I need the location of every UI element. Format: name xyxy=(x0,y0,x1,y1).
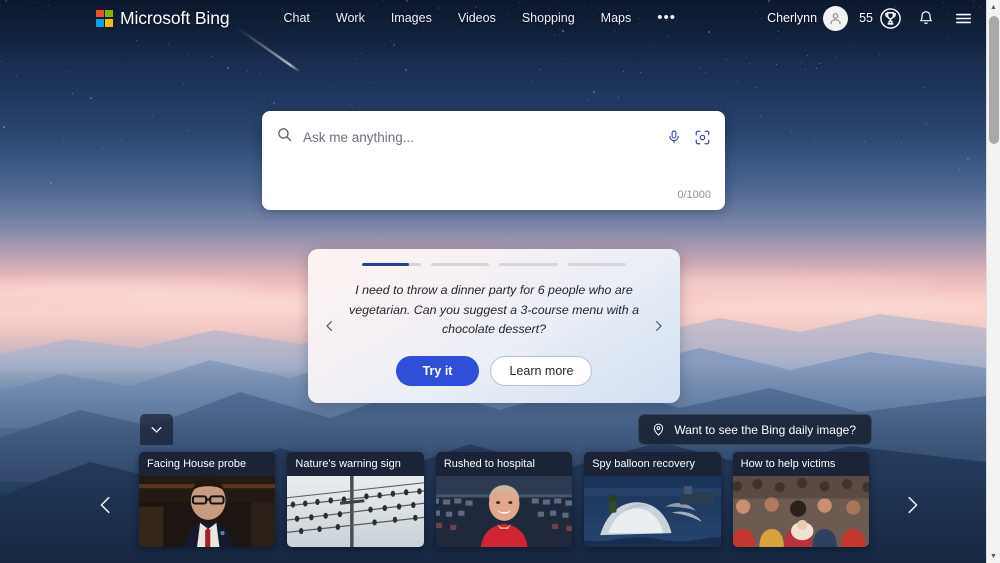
progress-segment[interactable] xyxy=(430,263,489,266)
news-card-title: Nature's warning sign xyxy=(287,452,424,476)
search-area: 0/1000 xyxy=(262,111,725,210)
bing-homepage: Microsoft Bing Chat Work Images Videos S… xyxy=(0,0,1000,563)
news-card-title: Rushed to hospital xyxy=(435,452,573,476)
news-card[interactable]: Spy balloon recovery xyxy=(584,452,721,547)
daily-image-label: Want to see the Bing daily image? xyxy=(674,422,856,437)
progress-segment[interactable] xyxy=(567,263,626,266)
scrollbar-track[interactable] xyxy=(987,14,1000,549)
news-card-title: Facing House probe xyxy=(139,452,276,476)
site-header: Microsoft Bing Chat Work Images Videos S… xyxy=(0,0,986,36)
search-input[interactable] xyxy=(303,127,656,147)
suggestion-prompt-text: I need to throw a dinner party for 6 peo… xyxy=(349,283,639,337)
character-counter: 0/1000 xyxy=(677,189,711,201)
search-box[interactable]: 0/1000 xyxy=(262,111,725,210)
suggestion-prev-button[interactable] xyxy=(316,313,343,340)
bell-icon xyxy=(918,10,934,26)
search-icon xyxy=(276,126,293,148)
nav-item-videos[interactable]: Videos xyxy=(458,11,496,25)
scroll-up-arrow-icon[interactable]: ▲ xyxy=(987,0,1000,14)
news-card[interactable]: How to help victims xyxy=(732,452,870,547)
scroll-down-arrow-icon[interactable]: ▼ xyxy=(987,549,1000,563)
rewards-points: 55 xyxy=(859,11,873,25)
progress-segment[interactable] xyxy=(499,263,558,266)
main-nav: Chat Work Images Videos Shopping Maps ••… xyxy=(283,10,676,25)
scrollbar-thumb[interactable] xyxy=(989,16,999,144)
suggestion-actions: Try it Learn more xyxy=(395,355,593,386)
news-carousel: Facing House probe Nature's warning sign… xyxy=(139,452,870,547)
search-tools xyxy=(666,129,711,146)
expand-feed-button[interactable] xyxy=(140,414,173,445)
app-menu-button[interactable] xyxy=(950,5,976,31)
trophy-icon xyxy=(879,7,902,30)
news-card-thumbnail xyxy=(435,475,573,547)
daily-image-button[interactable]: Want to see the Bing daily image? xyxy=(638,414,872,445)
nav-item-chat[interactable]: Chat xyxy=(283,11,309,25)
microphone-icon[interactable] xyxy=(666,129,682,145)
news-card-thumbnail xyxy=(139,475,276,547)
news-card-thumbnail xyxy=(584,475,721,547)
bing-logo-link[interactable]: Microsoft Bing xyxy=(96,7,230,29)
news-card-thumbnail xyxy=(287,475,424,547)
learn-more-button[interactable]: Learn more xyxy=(490,355,593,386)
notifications-button[interactable] xyxy=(913,5,939,31)
progress-segment[interactable] xyxy=(362,263,421,266)
rewards-button[interactable]: 55 xyxy=(859,7,902,30)
news-card-title: Spy balloon recovery xyxy=(584,452,721,476)
visual-search-camera-icon[interactable] xyxy=(694,129,711,146)
hamburger-menu-icon xyxy=(954,9,973,28)
nav-item-work[interactable]: Work xyxy=(336,11,365,25)
news-card-title: How to help victims xyxy=(732,452,870,476)
search-row xyxy=(276,126,711,148)
location-pin-icon xyxy=(651,422,666,437)
user-account-button[interactable]: Cherlynn xyxy=(767,5,849,31)
news-next-button[interactable] xyxy=(895,484,929,526)
brand-name: Microsoft Bing xyxy=(120,7,230,28)
header-actions: Cherlynn 55 xyxy=(767,5,976,31)
suggestion-card: I need to throw a dinner party for 6 peo… xyxy=(308,249,680,403)
try-it-button[interactable]: Try it xyxy=(395,355,480,386)
news-card[interactable]: Nature's warning sign xyxy=(287,452,424,547)
nav-item-shopping[interactable]: Shopping xyxy=(522,11,575,25)
page-scrollbar[interactable]: ▲ ▼ xyxy=(986,0,1000,563)
microsoft-logo-icon xyxy=(96,9,113,27)
news-card[interactable]: Facing House probe xyxy=(139,452,276,547)
news-card-thumbnail xyxy=(732,475,870,547)
user-name: Cherlynn xyxy=(767,11,818,25)
news-prev-button[interactable] xyxy=(89,484,123,526)
nav-more-button[interactable]: ••• xyxy=(657,10,676,25)
suggestion-next-button[interactable] xyxy=(645,313,672,340)
news-card[interactable]: Rushed to hospital xyxy=(435,452,573,547)
carousel-progress xyxy=(362,263,626,266)
person-avatar-icon xyxy=(823,5,849,31)
nav-item-images[interactable]: Images xyxy=(391,11,432,25)
chevron-down-icon xyxy=(149,422,164,437)
nav-item-maps[interactable]: Maps xyxy=(601,11,632,25)
